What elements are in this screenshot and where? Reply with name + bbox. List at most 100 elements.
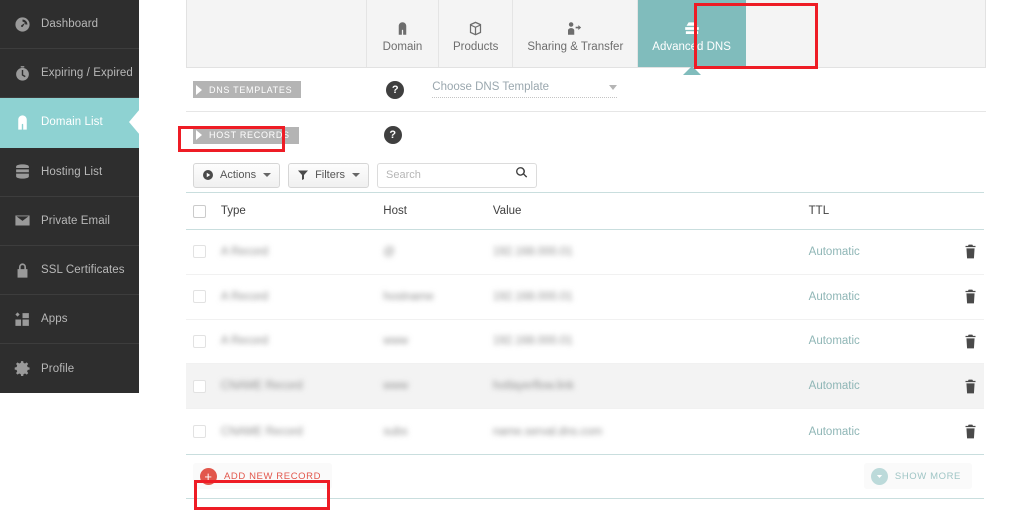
dns-server-icon bbox=[683, 14, 701, 36]
dns-template-select-value: Choose DNS Template bbox=[432, 81, 550, 93]
search-box[interactable] bbox=[377, 162, 538, 188]
row-checkbox[interactable] bbox=[193, 379, 221, 393]
row-ttl: Automatic bbox=[808, 425, 860, 438]
delete-record-button[interactable] bbox=[956, 334, 984, 349]
apps-icon bbox=[12, 309, 32, 329]
tab-products[interactable]: Products bbox=[439, 0, 514, 67]
sidebar-item-expiring-expired[interactable]: Expiring / Expired bbox=[0, 49, 139, 99]
tab-label: Sharing & Transfer bbox=[527, 41, 624, 53]
host-records-row: HOST RECORDS ? bbox=[186, 112, 986, 158]
tab-domain[interactable]: Domain bbox=[367, 0, 439, 67]
actions-button-label: Actions bbox=[220, 169, 257, 181]
dns-templates-row: DNS TEMPLATES ? Choose DNS Template bbox=[186, 68, 986, 112]
gear-icon bbox=[12, 359, 32, 379]
tab-bar-spacer bbox=[187, 0, 367, 67]
column-header-type[interactable]: Type bbox=[221, 205, 383, 217]
sidebar-item-private-email[interactable]: Private Email bbox=[0, 197, 139, 246]
add-new-record-button[interactable]: + ADD NEW RECORD bbox=[193, 463, 333, 490]
dns-template-select[interactable]: Choose DNS Template bbox=[432, 81, 618, 98]
home-icon bbox=[395, 14, 410, 36]
select-all-checkbox[interactable] bbox=[193, 204, 221, 218]
active-tab-caret bbox=[682, 66, 701, 75]
play-circle-icon bbox=[202, 169, 214, 181]
tab-label: Products bbox=[453, 41, 499, 53]
sidebar-item-domain-list[interactable]: Domain List bbox=[0, 98, 140, 148]
row-type: A Record bbox=[220, 290, 269, 303]
main-panel: Domain Products Sharing & Transfer Advan… bbox=[186, 0, 986, 499]
dns-templates-ribbon-label: DNS TEMPLATES bbox=[193, 81, 302, 98]
row-value: 192.168.000.01 bbox=[492, 335, 573, 348]
row-checkbox[interactable] bbox=[193, 334, 221, 348]
help-icon-host-records[interactable]: ? bbox=[383, 126, 402, 144]
row-host: @ bbox=[383, 245, 395, 258]
plus-icon: + bbox=[200, 467, 217, 485]
sidebar-item-profile[interactable]: Profile bbox=[0, 344, 139, 393]
tab-bar: Domain Products Sharing & Transfer Advan… bbox=[186, 0, 986, 75]
delete-record-button[interactable] bbox=[956, 289, 984, 304]
sidebar-item-hosting-list[interactable]: Hosting List bbox=[0, 148, 139, 197]
row-host: subs bbox=[383, 425, 408, 438]
show-more-button[interactable]: SHOW MORE bbox=[863, 463, 972, 490]
home-icon bbox=[12, 112, 32, 132]
chevron-down-icon bbox=[263, 173, 272, 177]
chevron-down-icon bbox=[352, 173, 361, 177]
table-row[interactable]: CNAME Record www hotlayerflow.link Autom… bbox=[186, 364, 984, 410]
row-checkbox[interactable] bbox=[193, 245, 221, 259]
sidebar-item-apps[interactable]: Apps bbox=[0, 295, 139, 345]
delete-record-button[interactable] bbox=[956, 424, 984, 439]
search-icon[interactable] bbox=[515, 166, 528, 184]
search-input[interactable] bbox=[386, 169, 507, 181]
page-root: Dashboard Expiring / Expired Domain List… bbox=[0, 0, 1024, 520]
row-ttl: Automatic bbox=[808, 335, 860, 348]
records-toolbar: Actions Filters bbox=[186, 158, 986, 192]
table-row[interactable]: CNAME Record subs name.serval.dns.com Au… bbox=[186, 409, 984, 454]
sidebar-item-label: Hosting List bbox=[41, 165, 103, 178]
server-icon bbox=[12, 162, 32, 182]
actions-button[interactable]: Actions bbox=[193, 162, 281, 188]
table-row[interactable]: A Record www 192.168.000.01 Automatic bbox=[186, 320, 984, 365]
sidebar-item-label: Dashboard bbox=[41, 18, 99, 31]
sidebar-item-label: Apps bbox=[41, 313, 68, 326]
row-checkbox[interactable] bbox=[193, 290, 221, 304]
table-row[interactable]: A Record @ 192.168.000.01 Automatic bbox=[186, 230, 984, 275]
delete-record-button[interactable] bbox=[956, 244, 984, 259]
row-type: CNAME Record bbox=[220, 425, 303, 438]
sidebar-item-label: Expiring / Expired bbox=[41, 67, 133, 80]
tab-advanced-dns[interactable]: Advanced DNS bbox=[638, 0, 746, 75]
column-header-value[interactable]: Value bbox=[493, 205, 809, 217]
filters-button-label: Filters bbox=[315, 169, 346, 181]
row-ttl: Automatic bbox=[808, 290, 860, 303]
row-type: A Record bbox=[220, 335, 269, 348]
chevron-down-circle-icon bbox=[870, 467, 888, 485]
column-header-ttl[interactable]: TTL bbox=[809, 205, 956, 217]
transfer-icon bbox=[567, 14, 584, 36]
row-value: 192.168.000.01 bbox=[492, 290, 573, 303]
lock-icon bbox=[12, 260, 32, 280]
row-checkbox[interactable] bbox=[193, 425, 221, 439]
help-icon-dns-templates[interactable]: ? bbox=[386, 80, 405, 99]
host-records-table: Type Host Value TTL A Record @ 192.168.0… bbox=[186, 192, 984, 499]
show-more-label: SHOW MORE bbox=[894, 470, 961, 482]
sidebar-item-ssl-certificates[interactable]: SSL Certificates bbox=[0, 246, 139, 296]
sidebar: Dashboard Expiring / Expired Domain List… bbox=[0, 0, 140, 393]
sidebar-item-label: Domain List bbox=[41, 116, 103, 129]
row-value: name.serval.dns.com bbox=[492, 425, 603, 438]
tab-sharing-transfer[interactable]: Sharing & Transfer bbox=[513, 0, 639, 67]
table-header-row: Type Host Value TTL bbox=[186, 192, 984, 230]
row-host: www bbox=[383, 380, 409, 393]
table-row[interactable]: A Record hostname 192.168.000.01 Automat… bbox=[186, 275, 984, 320]
chevron-down-icon bbox=[609, 84, 618, 90]
filters-button[interactable]: Filters bbox=[288, 162, 370, 188]
tab-label: Advanced DNS bbox=[652, 41, 731, 53]
row-type: A Record bbox=[220, 245, 269, 258]
delete-record-button[interactable] bbox=[956, 379, 984, 394]
sidebar-item-dashboard[interactable]: Dashboard bbox=[0, 0, 139, 50]
sidebar-item-label: Profile bbox=[41, 362, 75, 375]
row-value: 192.168.000.01 bbox=[492, 245, 573, 258]
box-icon bbox=[468, 14, 483, 36]
sidebar-item-label: SSL Certificates bbox=[41, 264, 125, 277]
gauge-icon bbox=[12, 14, 32, 34]
sidebar-item-label: Private Email bbox=[41, 214, 111, 227]
column-header-host[interactable]: Host bbox=[383, 205, 493, 217]
tab-bar-tail bbox=[746, 0, 985, 67]
